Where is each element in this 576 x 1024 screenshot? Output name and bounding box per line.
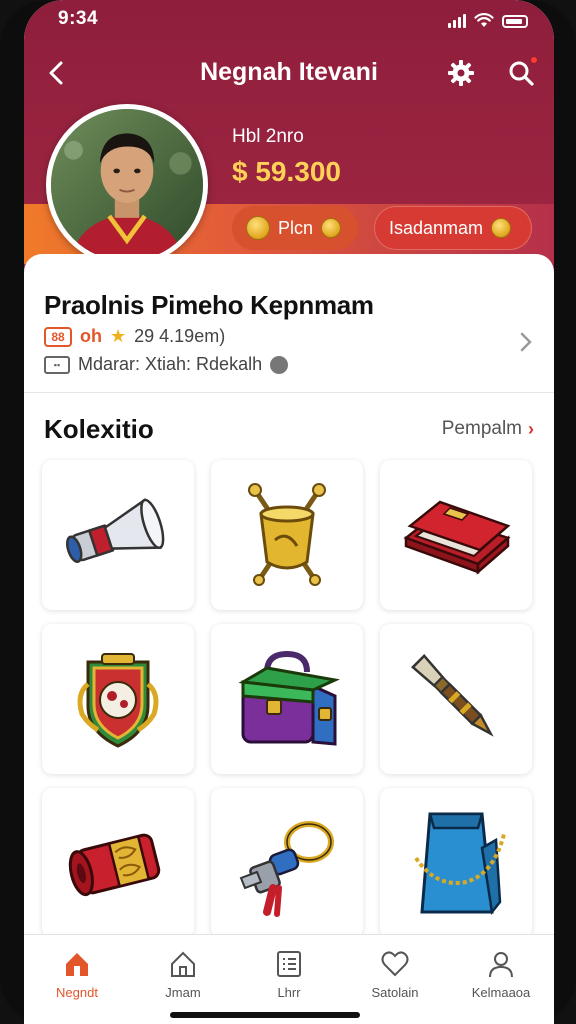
avatar[interactable] — [46, 104, 208, 266]
house-outline-icon — [171, 951, 195, 977]
player-photo — [51, 109, 203, 261]
backpack-icon — [238, 650, 341, 746]
collection-item-telescope[interactable] — [42, 460, 194, 610]
collection-item-wallet[interactable] — [380, 460, 532, 610]
coin-icon — [246, 216, 270, 240]
home-indicator — [170, 1012, 360, 1018]
level-badge: 88 — [44, 326, 72, 347]
status-bar: 9:34 — [24, 8, 554, 36]
collection-title: Kolexitio — [44, 414, 154, 444]
app-screen: 9:34 Negnah Itevani Hbl 2nro $ 59.300 Pl… — [24, 0, 554, 1024]
see-all-link[interactable]: Pempalm › — [442, 418, 534, 440]
plan-label: Plcn — [278, 217, 314, 238]
heart-icon — [381, 951, 409, 977]
pen-icon — [411, 654, 494, 737]
profile-name: Praolnis Pimeho Kepnmam — [44, 290, 374, 320]
nav-label-2: Jmam — [165, 985, 201, 1000]
wifi-icon — [474, 13, 494, 27]
id-card-icon: ▪▪ — [44, 355, 70, 374]
cellular-signal-icon — [448, 12, 466, 28]
list-icon — [277, 951, 301, 977]
plan-button[interactable]: Plcn — [232, 206, 358, 250]
secondary-action-button[interactable]: Isadanmam — [374, 206, 532, 250]
secondary-action-label: Isadanmam — [389, 217, 484, 238]
location-text: Mdarar: Xtiah: Rdekalh — [78, 354, 263, 374]
shield-crest-icon — [77, 653, 159, 748]
person-icon — [489, 952, 513, 978]
nav-label-5: Kelmaaoa — [471, 985, 531, 1000]
scarf-roll-icon — [68, 833, 161, 897]
level-text: oh — [80, 326, 102, 346]
collection-item-pen[interactable] — [380, 624, 532, 774]
trophy-cup-icon — [248, 483, 326, 586]
star-icon: ★ — [110, 326, 127, 346]
verified-icon — [270, 355, 289, 374]
content-card: Praolnis Pimeho Kepnmam 88 oh ★ 29 4.19e… — [24, 254, 554, 954]
home-icon — [66, 953, 88, 976]
collection-item-tote[interactable] — [380, 788, 532, 938]
battery-icon — [502, 15, 528, 28]
nav-item-profile[interactable]: Kelmaaoa — [453, 949, 549, 1024]
top-nav: Negnah Itevani — [24, 52, 554, 96]
telescope-icon — [66, 498, 165, 563]
phone-frame: 9:34 Negnah Itevani Hbl 2nro $ 59.300 Pl… — [0, 0, 576, 1024]
settings-gear-button[interactable] — [446, 58, 476, 88]
tote-bag-icon — [414, 812, 506, 915]
nav-item-home[interactable]: Negndt — [29, 949, 125, 1024]
nav-label-home: Negndt — [56, 985, 98, 1000]
collection-item-keychain[interactable] — [211, 788, 363, 938]
chevron-right-icon: › — [528, 418, 534, 439]
profile-chevron-button[interactable] — [516, 330, 536, 354]
bottom-nav: Negndt Jmam Lhrr Satolain Kelmaaoa — [24, 934, 554, 1024]
stat-count: 29 4.19em) — [134, 326, 226, 346]
nav-item-favorites[interactable]: Satolain — [347, 949, 443, 1024]
coin-icon — [321, 218, 342, 238]
notification-dot — [530, 56, 538, 64]
user-subtitle: Hbl 2nro — [232, 126, 304, 147]
collection-item-shield[interactable] — [42, 624, 194, 774]
keychain-icon — [239, 821, 334, 917]
collection-item-scarf[interactable] — [42, 788, 194, 938]
profile-stats: 88 oh ★ 29 4.19em) — [44, 326, 225, 347]
location-row: ▪▪ Mdarar: Xtiah: Rdekalh — [44, 354, 289, 375]
coin-icon — [491, 218, 512, 238]
status-icons — [448, 12, 528, 28]
status-time: 9:34 — [58, 8, 99, 29]
collection-grid — [42, 460, 536, 938]
collection-item-bag[interactable] — [211, 624, 363, 774]
divider — [24, 392, 554, 393]
wallet-icon — [403, 500, 511, 575]
nav-label-4: Satolain — [371, 985, 419, 1000]
collection-item-trophy[interactable] — [211, 460, 363, 610]
see-all-label: Pempalm — [441, 418, 522, 439]
nav-label-3: Lhrr — [277, 985, 301, 1000]
balance-amount: $ 59.300 — [232, 156, 341, 187]
